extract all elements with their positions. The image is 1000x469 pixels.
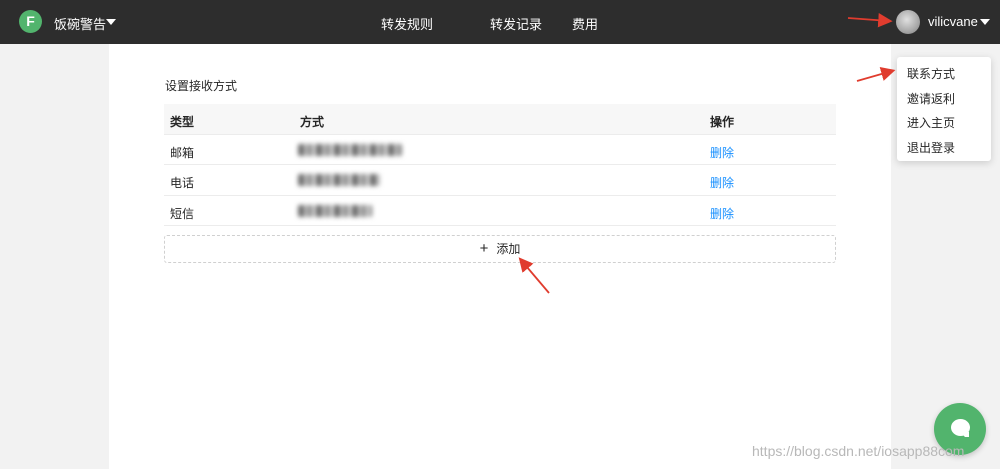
annotation-arrow [847,13,893,28]
watermark-text: https://blog.csdn.net/iosapp88com [752,443,965,459]
annotation-arrow [856,67,896,82]
chat-bubble-tail [960,432,969,437]
annotation-arrows [518,13,896,294]
annotation-arrow [518,257,550,294]
